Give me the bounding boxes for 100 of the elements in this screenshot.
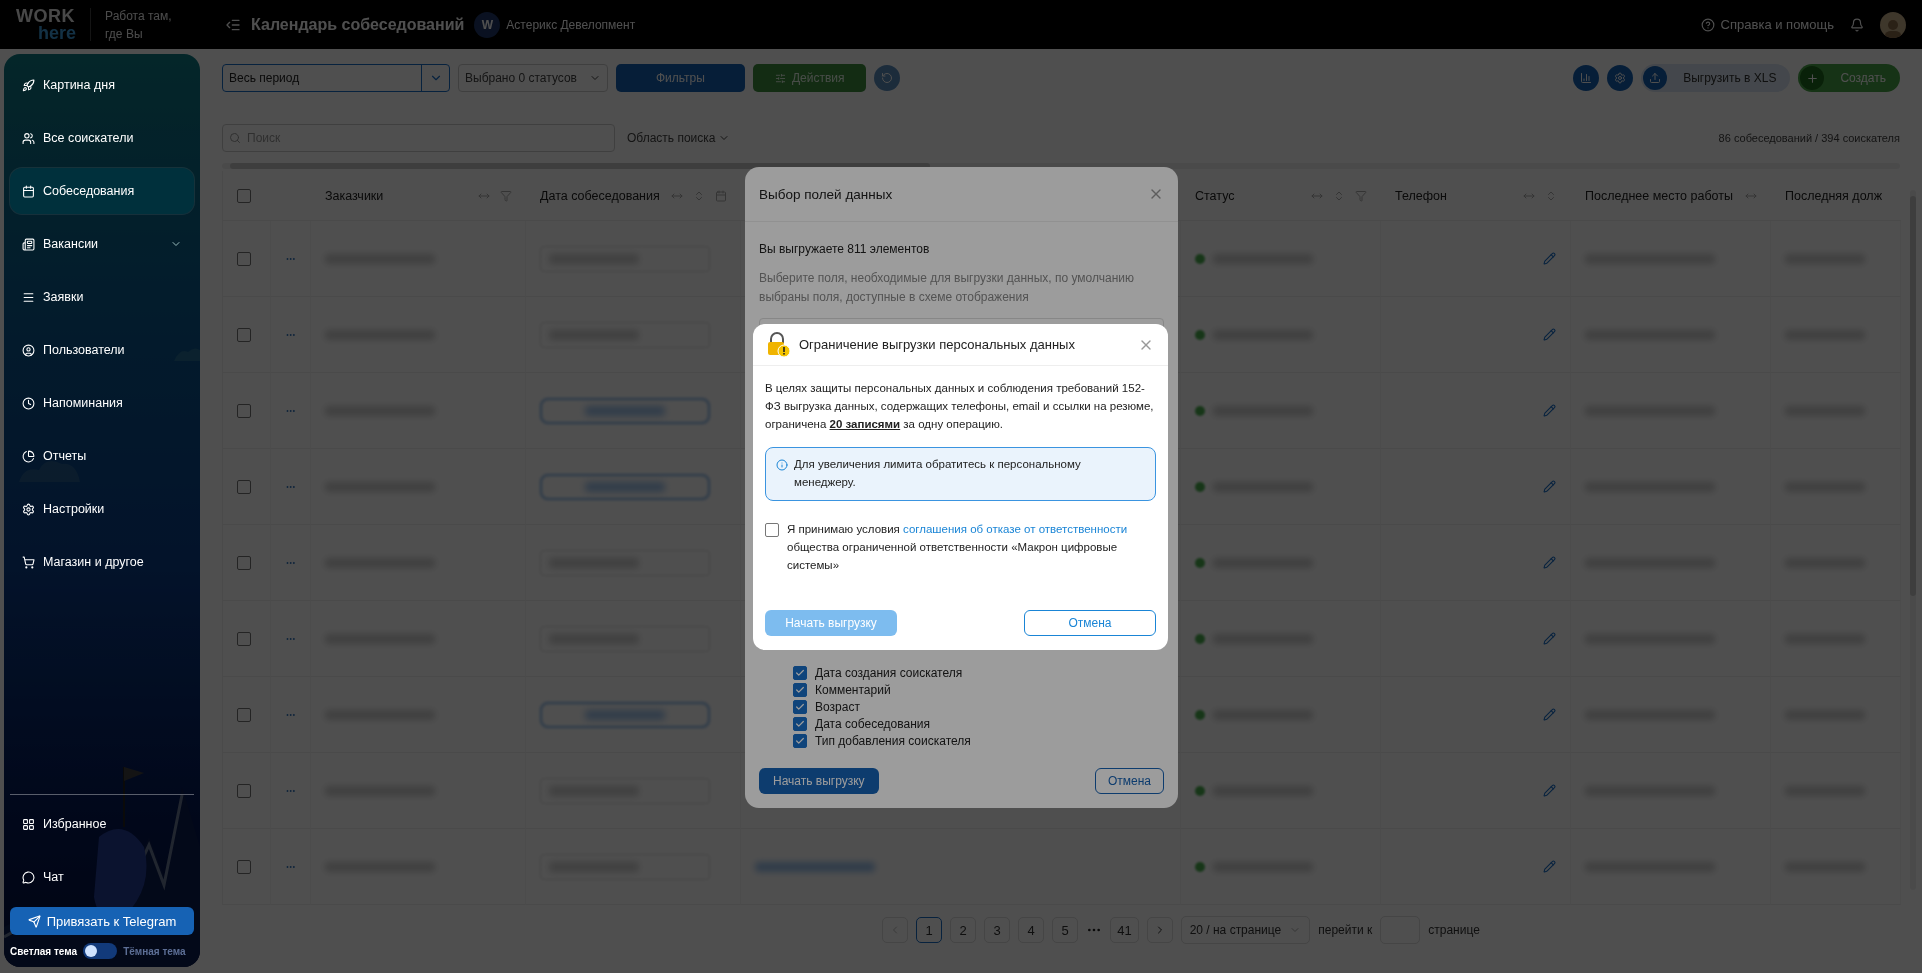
filters-button[interactable]: Фильтры [615,64,745,92]
field-label: Дата создания соискателя [815,666,963,680]
status-dot [1195,329,1205,340]
lock-warning-icon [765,331,791,358]
row-checkbox[interactable] [237,327,251,342]
column-header[interactable]: Заказчики [325,188,384,203]
reset-button[interactable] [874,65,901,91]
row-checkbox[interactable] [237,479,251,494]
column-header[interactable]: Последняя долж [1785,188,1882,203]
status-dot [1195,481,1205,492]
period-select[interactable]: Весь период [222,64,450,92]
agreement-link[interactable]: соглашения об отказе от ответственности [903,523,1128,536]
next-page-button[interactable] [1146,917,1173,943]
page-button[interactable]: 4 [1018,917,1045,943]
chart-button[interactable] [1573,65,1600,91]
help-link[interactable]: Справка и помощь [1700,17,1834,32]
sidebar-item[interactable]: Магазин и другое [10,539,194,585]
page-button[interactable]: 2 [950,917,977,943]
settings-button[interactable] [1607,65,1634,91]
theme-switch[interactable] [83,943,118,959]
field-checkbox[interactable] [793,666,807,680]
status-dot [1195,861,1205,872]
dialog-title: Выбор полей данных [759,186,893,202]
cancel-button[interactable]: Отмена [1094,768,1164,794]
row-checkbox[interactable] [237,783,251,798]
per-page-select[interactable]: 20 / на странице [1180,916,1311,944]
field-label: Тип добавления соискателя [815,734,971,748]
pencil-icon[interactable] [1543,404,1556,417]
cart-icon [22,555,35,569]
field-checkbox[interactable] [793,700,807,714]
consent-checkbox[interactable] [765,523,779,538]
row-checkbox[interactable] [237,555,251,570]
filter-icon[interactable] [500,189,512,202]
page-button[interactable]: 5 [1052,917,1079,943]
scrollbar-thumb[interactable] [230,163,930,169]
user-icon [22,343,35,357]
bell-icon[interactable] [1850,17,1864,32]
list-icon [22,290,35,304]
field-label: Комментарий [815,683,891,697]
calendar-icon[interactable] [715,189,727,202]
sidebar-item[interactable]: Вакансии [10,221,194,267]
column-header[interactable]: Последнее место работы [1585,188,1733,203]
sort-icon[interactable] [693,189,705,202]
select-all-checkbox[interactable] [237,188,251,203]
pencil-icon[interactable] [1543,328,1556,341]
sidebar-item[interactable]: Собеседования [10,168,194,214]
company-avatar: W [474,11,501,38]
row-checkbox[interactable] [237,707,251,722]
field-checkbox[interactable] [793,717,807,731]
start-export-button[interactable]: Начать выгрузку [759,768,879,794]
cancel-button[interactable]: Отмена [1024,610,1156,636]
field-checkbox[interactable] [793,683,807,697]
page-button[interactable]: 41 [1110,917,1139,943]
settings-icon [22,502,35,516]
pencil-icon[interactable] [1543,784,1556,797]
pencil-icon[interactable] [1543,632,1556,645]
field-label: Дата собеседования [815,717,930,731]
reset-icon [881,72,894,84]
user-avatar[interactable] [1880,11,1906,38]
sort-icon[interactable] [1333,189,1345,202]
field-checkbox[interactable] [793,734,807,748]
status-dot [1195,557,1205,568]
row-checkbox[interactable] [237,403,251,418]
pencil-icon[interactable] [1543,708,1556,721]
newspaper-icon [22,237,35,251]
search-scope-dropdown[interactable]: Область поиска [627,131,730,145]
export-button[interactable]: Выгрузить в XLS [1641,64,1791,92]
column-header[interactable]: Телефон [1395,188,1447,203]
sort-icon[interactable] [1545,189,1557,202]
pencil-icon[interactable] [1543,556,1556,569]
pencil-icon[interactable] [1543,252,1556,265]
pencil-icon[interactable] [1543,860,1556,873]
row-checkbox[interactable] [237,859,251,874]
row-checkbox[interactable] [237,631,251,646]
status-select[interactable]: Выбрано 0 статусов [458,64,608,92]
sidebar-item[interactable]: Пользователи [10,327,194,373]
goto-label: перейти к [1318,923,1373,937]
sidebar-item[interactable]: Чат [10,854,194,900]
page-title: Календарь собеседований [251,15,465,34]
sidebar-item[interactable]: Отчеты [10,433,194,479]
chat-icon [22,870,35,884]
rocket-icon [22,78,35,92]
sidebar-item[interactable]: Настройки [10,486,194,532]
grid-icon [22,817,35,831]
page-button[interactable]: 1 [916,917,943,943]
page-button[interactable]: 3 [984,917,1011,943]
column-header[interactable]: Статус [1195,188,1235,203]
row-checkbox[interactable] [237,251,251,266]
sliders-icon [774,72,786,84]
sidebar-item[interactable]: Картина дня [10,62,194,108]
status-dot [1195,253,1205,264]
filter-icon[interactable] [1355,189,1367,202]
telegram-button[interactable]: Привязать к Telegram [10,907,194,935]
pencil-icon[interactable] [1543,480,1556,493]
sidebar-item[interactable]: Напоминания [10,380,194,426]
sidebar-item[interactable]: Избранное [10,801,194,847]
pie-chart-icon [22,449,35,463]
column-header[interactable]: Дата собеседования [540,188,660,203]
sidebar-item[interactable]: Все соискатели [10,115,194,161]
sidebar-item[interactable]: Заявки [10,274,194,320]
